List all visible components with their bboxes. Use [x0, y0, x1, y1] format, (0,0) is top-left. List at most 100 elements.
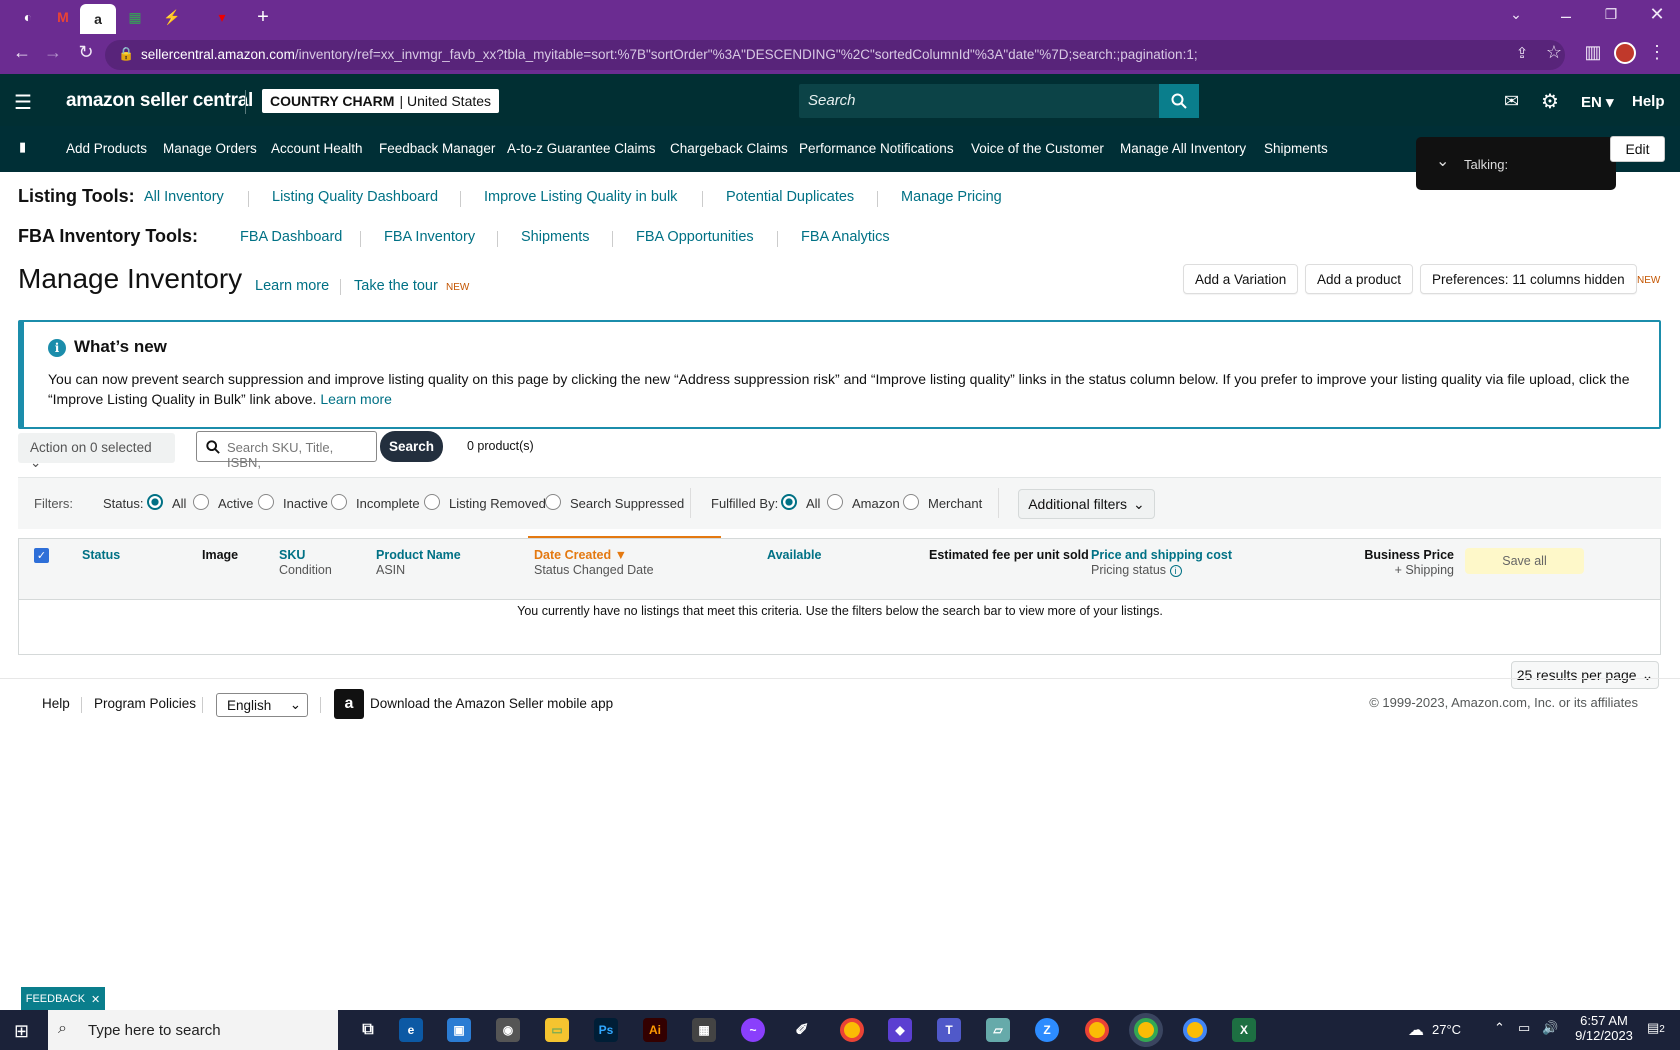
notifications-icon[interactable]: ▤2: [1647, 1020, 1665, 1036]
chevron-down-icon[interactable]: ⌄: [1436, 151, 1449, 171]
whats-new-learn-more-link[interactable]: Learn more: [320, 391, 392, 407]
status-incomplete-label[interactable]: Incomplete: [356, 496, 420, 511]
nav-chargeback-claims[interactable]: Chargeback Claims: [670, 141, 788, 156]
zoom-icon[interactable]: Z: [1035, 1018, 1059, 1042]
additional-filters-button[interactable]: Additional filters ⌄: [1018, 489, 1155, 519]
chrome-icon[interactable]: [1134, 1018, 1158, 1042]
tray-chevron-icon[interactable]: ⌃: [1494, 1020, 1505, 1036]
col-status[interactable]: Status: [82, 548, 120, 562]
tab-search-icon[interactable]: ⌄: [1502, 6, 1530, 23]
bulk-action-dropdown[interactable]: Action on 0 selected ⌄: [18, 433, 175, 470]
status-all-radio[interactable]: [147, 494, 163, 510]
link-fba-inventory[interactable]: FBA Inventory: [384, 229, 475, 245]
link-listing-quality-dashboard[interactable]: Listing Quality Dashboard: [272, 189, 438, 205]
excel-icon[interactable]: X: [1232, 1018, 1256, 1042]
windows-start-icon[interactable]: ⊞: [14, 1021, 29, 1042]
nav-performance-notifications[interactable]: Performance Notifications: [799, 141, 954, 156]
language-selector[interactable]: EN ▾: [1581, 93, 1614, 111]
status-active-label[interactable]: Active: [218, 496, 253, 511]
tab-gmail[interactable]: M: [45, 4, 81, 30]
global-search-input[interactable]: Search: [799, 84, 1161, 118]
fulfilled-merchant-label[interactable]: Merchant: [928, 496, 982, 511]
reload-icon[interactable]: ↻: [72, 42, 100, 63]
info-icon[interactable]: i: [1169, 565, 1182, 577]
chrome-icon[interactable]: [1085, 1018, 1109, 1042]
photoshop-icon[interactable]: Ps: [594, 1018, 618, 1042]
edge-icon[interactable]: e: [399, 1018, 423, 1042]
col-product-name[interactable]: Product Name: [376, 548, 461, 562]
tab-blank[interactable]: ◐: [10, 4, 46, 30]
status-suppressed-radio[interactable]: [545, 494, 561, 510]
talking-popup[interactable]: ⌄ Talking:: [1416, 137, 1616, 190]
results-per-page-select[interactable]: 25 results per page ⌄: [1511, 661, 1659, 689]
calculator-icon[interactable]: ▦: [692, 1018, 716, 1042]
app-icon[interactable]: ✐: [790, 1018, 814, 1042]
tab-app2[interactable]: ▾: [204, 4, 240, 30]
new-tab-button[interactable]: +: [245, 4, 281, 30]
status-removed-radio[interactable]: [424, 494, 440, 510]
teams-icon[interactable]: T: [937, 1018, 961, 1042]
forward-icon[interactable]: →: [39, 42, 67, 63]
take-tour-link[interactable]: Take the tour: [354, 278, 438, 294]
restore-icon[interactable]: ❐: [1597, 6, 1625, 23]
status-removed-label[interactable]: Listing Removed: [449, 496, 546, 511]
temperature[interactable]: 27°C: [1432, 1022, 1461, 1037]
inventory-search-input[interactable]: Search SKU, Title, ISBN,: [196, 431, 377, 470]
status-incomplete-radio[interactable]: [331, 494, 347, 510]
link-fba-dashboard[interactable]: FBA Dashboard: [240, 229, 342, 245]
link-improve-listing-quality[interactable]: Improve Listing Quality in bulk: [484, 189, 677, 205]
link-fba-analytics[interactable]: FBA Analytics: [801, 229, 890, 245]
add-variation-button[interactable]: Add a Variation: [1183, 264, 1299, 294]
app-icon[interactable]: ▱: [986, 1018, 1010, 1042]
store-selector[interactable]: COUNTRY CHARM | United States: [262, 89, 500, 113]
hamburger-menu-icon[interactable]: ☰: [14, 90, 32, 115]
bookmark-star-icon[interactable]: ☆: [1540, 42, 1568, 63]
status-inactive-label[interactable]: Inactive: [283, 496, 328, 511]
status-active-radio[interactable]: [193, 494, 209, 510]
taskbar-search[interactable]: Type here to search: [48, 1010, 338, 1050]
sidepanel-icon[interactable]: ▥: [1579, 42, 1607, 63]
nav-manage-orders[interactable]: Manage Orders: [163, 141, 257, 156]
profile-avatar[interactable]: [1614, 42, 1636, 64]
footer-program-policies-link[interactable]: Program Policies: [94, 696, 196, 711]
bookmark-icon[interactable]: ▮: [19, 139, 26, 155]
mail-icon[interactable]: ✉: [1504, 91, 1519, 112]
fulfilled-amazon-label[interactable]: Amazon: [852, 496, 900, 511]
search-button[interactable]: [1159, 84, 1199, 118]
settings-gear-icon[interactable]: ⚙: [1541, 89, 1559, 114]
inventory-search-button[interactable]: Search: [380, 431, 443, 462]
select-all-checkbox[interactable]: ✓: [34, 548, 49, 563]
clock[interactable]: 6:57 AM 9/12/2023: [1572, 1013, 1636, 1043]
volume-icon[interactable]: 🔊: [1542, 1020, 1558, 1036]
minimize-icon[interactable]: –: [1552, 6, 1580, 27]
learn-more-link[interactable]: Learn more: [255, 278, 329, 294]
menu-icon[interactable]: ⋮: [1643, 42, 1671, 63]
link-manage-pricing[interactable]: Manage Pricing: [901, 189, 1002, 205]
link-fba-opportunities[interactable]: FBA Opportunities: [636, 229, 754, 245]
col-date-created[interactable]: Date Created ▼: [534, 548, 627, 562]
camera-icon[interactable]: ◉: [496, 1018, 520, 1042]
illustrator-icon[interactable]: Ai: [643, 1018, 667, 1042]
fulfilled-all-radio[interactable]: [781, 494, 797, 510]
nav-manage-all-inventory[interactable]: Manage All Inventory: [1120, 141, 1246, 156]
tab-app[interactable]: ⚡: [154, 4, 190, 30]
status-inactive-radio[interactable]: [258, 494, 274, 510]
link-fba-shipments[interactable]: Shipments: [521, 229, 590, 245]
feedback-button[interactable]: FEEDBACK ✕: [21, 987, 105, 1011]
tab-sheets[interactable]: ▦: [117, 4, 153, 30]
back-icon[interactable]: ←: [8, 42, 36, 63]
save-all-button[interactable]: Save all: [1465, 548, 1584, 574]
close-icon[interactable]: ✕: [91, 993, 100, 1006]
tab-amazon[interactable]: a: [80, 4, 116, 34]
footer-language-select[interactable]: English ⌄: [216, 693, 308, 717]
chrome-icon[interactable]: [840, 1018, 864, 1042]
status-all-label[interactable]: All: [172, 496, 186, 511]
fulfilled-all-label[interactable]: All: [806, 496, 820, 511]
weather-icon[interactable]: ☁: [1408, 1020, 1424, 1040]
task-view-icon[interactable]: ⧉: [356, 1018, 380, 1042]
download-app-link[interactable]: Download the Amazon Seller mobile app: [370, 696, 613, 711]
edit-nav-button[interactable]: Edit: [1610, 136, 1665, 162]
col-price-shipping[interactable]: Price and shipping cost: [1091, 548, 1232, 562]
share-icon[interactable]: ⇪: [1508, 44, 1536, 62]
lock-icon[interactable]: 🔒: [118, 46, 134, 62]
